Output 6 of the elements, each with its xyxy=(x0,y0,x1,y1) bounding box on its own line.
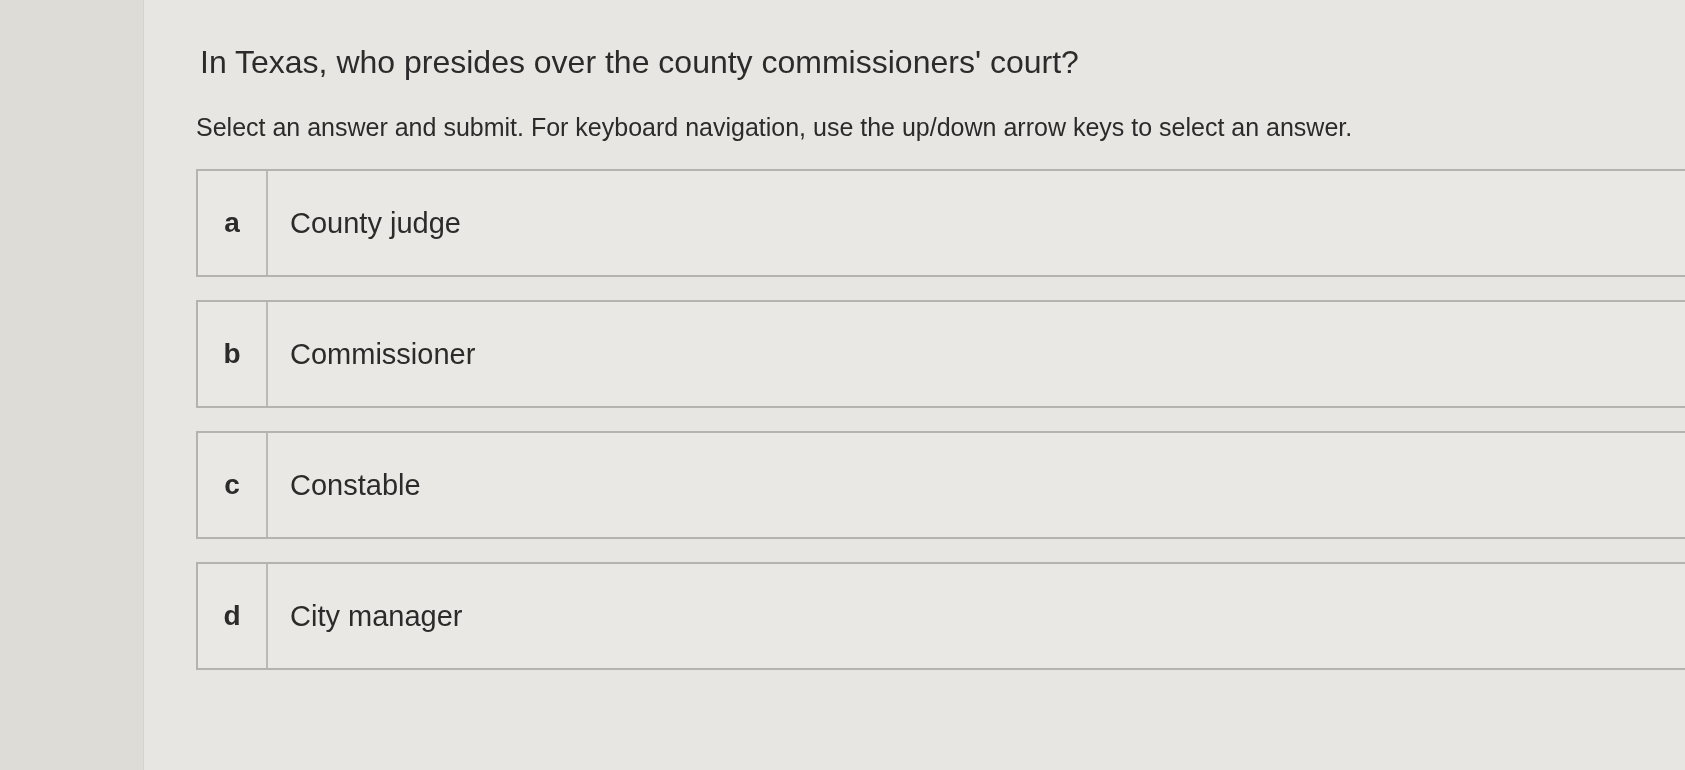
answer-option[interactable]: b Commissioner xyxy=(196,300,1685,408)
answer-option[interactable]: d City manager xyxy=(196,562,1685,670)
question-text: In Texas, who presides over the county commissioners' court? xyxy=(200,43,1080,82)
instructions-text: Select an answer and submit. For keyboard navigation, use the up/down arrow keys to select an answer. xyxy=(196,112,1354,143)
answer-option[interactable]: a County judge xyxy=(196,169,1685,277)
answer-option[interactable]: c Constable xyxy=(196,431,1685,539)
